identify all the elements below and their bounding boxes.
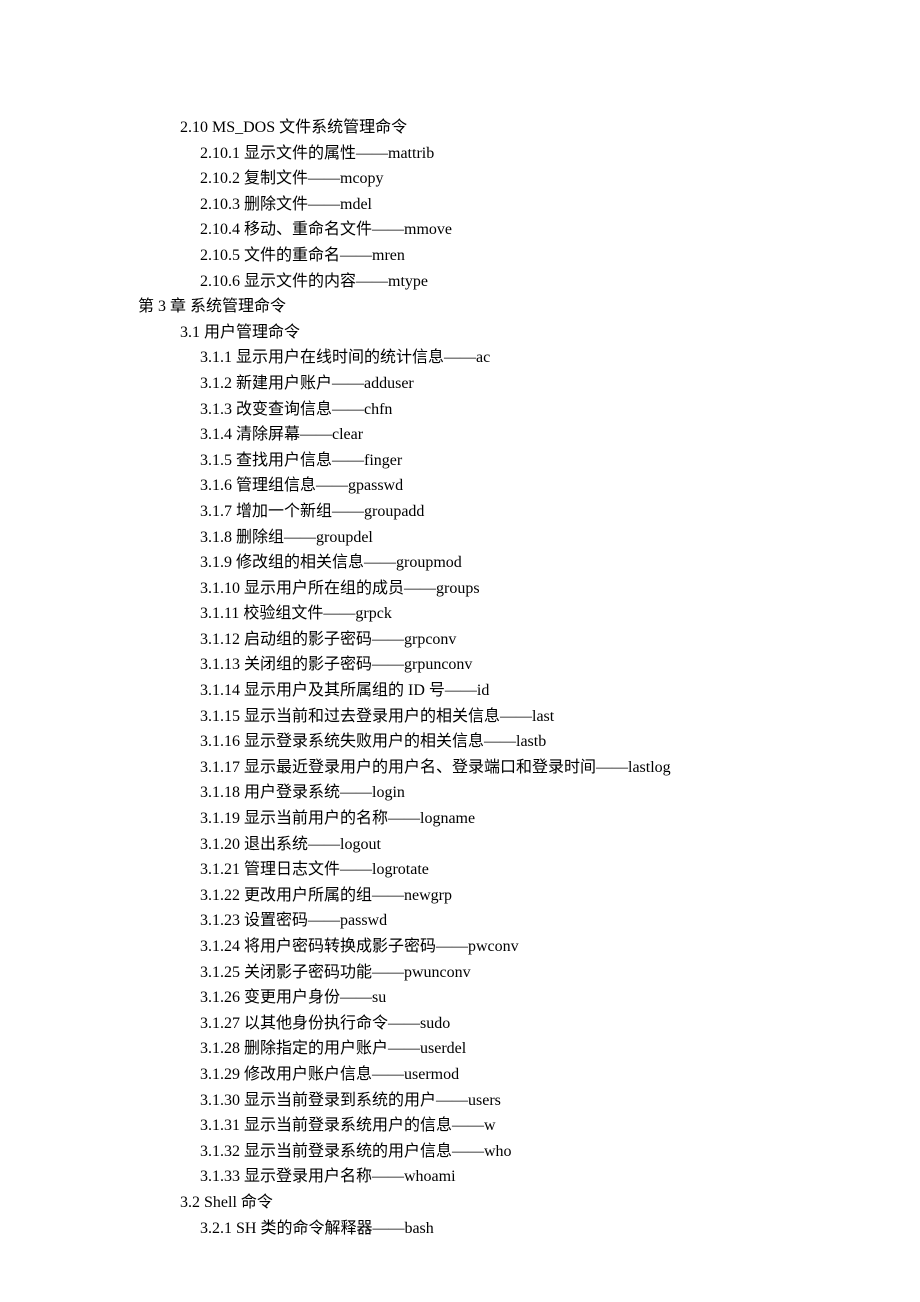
toc-entry: 3.1.32 显示当前登录系统的用户信息——who <box>200 1139 840 1165</box>
toc-entry: 3.1.14 显示用户及其所属组的 ID 号——id <box>200 678 840 704</box>
toc-entry: 3.2.1 SH 类的命令解释器——bash <box>200 1216 840 1242</box>
toc-entry: 3.1.31 显示当前登录系统用户的信息——w <box>200 1113 840 1139</box>
toc-entry: 3.1.1 显示用户在线时间的统计信息——ac <box>200 345 840 371</box>
toc-entry: 3.1.16 显示登录系统失败用户的相关信息——lastb <box>200 729 840 755</box>
toc-entry: 2.10.5 文件的重命名——mren <box>200 243 840 269</box>
toc-entry: 2.10.3 删除文件——mdel <box>200 192 840 218</box>
toc-entry: 3.1.19 显示当前用户的名称——logname <box>200 806 840 832</box>
table-of-contents: 2.10 MS_DOS 文件系统管理命令2.10.1 显示文件的属性——matt… <box>138 115 840 1241</box>
toc-entry: 3.2 Shell 命令 <box>180 1190 840 1216</box>
toc-entry: 2.10.6 显示文件的内容——mtype <box>200 269 840 295</box>
toc-entry: 3.1.11 校验组文件——grpck <box>200 601 840 627</box>
toc-entry: 3.1.23 设置密码——passwd <box>200 908 840 934</box>
toc-entry: 3.1.22 更改用户所属的组——newgrp <box>200 883 840 909</box>
toc-entry: 2.10.1 显示文件的属性——mattrib <box>200 141 840 167</box>
toc-entry: 3.1.21 管理日志文件——logrotate <box>200 857 840 883</box>
toc-entry: 2.10.4 移动、重命名文件——mmove <box>200 217 840 243</box>
toc-entry: 3.1.33 显示登录用户名称——whoami <box>200 1164 840 1190</box>
toc-entry: 3.1.8 删除组——groupdel <box>200 525 840 551</box>
toc-entry: 3.1.13 关闭组的影子密码——grpunconv <box>200 652 840 678</box>
toc-entry: 第 3 章 系统管理命令 <box>138 294 840 320</box>
toc-entry: 3.1.6 管理组信息——gpasswd <box>200 473 840 499</box>
toc-entry: 3.1.7 增加一个新组——groupadd <box>200 499 840 525</box>
toc-entry: 3.1.10 显示用户所在组的成员——groups <box>200 576 840 602</box>
toc-entry: 3.1.18 用户登录系统——login <box>200 780 840 806</box>
toc-entry: 2.10.2 复制文件——mcopy <box>200 166 840 192</box>
toc-entry: 3.1.30 显示当前登录到系统的用户——users <box>200 1088 840 1114</box>
toc-entry: 3.1.26 变更用户身份——su <box>200 985 840 1011</box>
toc-entry: 3.1 用户管理命令 <box>180 320 840 346</box>
toc-entry: 2.10 MS_DOS 文件系统管理命令 <box>180 115 840 141</box>
toc-entry: 3.1.20 退出系统——logout <box>200 832 840 858</box>
toc-entry: 3.1.4 清除屏幕——clear <box>200 422 840 448</box>
toc-entry: 3.1.24 将用户密码转换成影子密码——pwconv <box>200 934 840 960</box>
toc-entry: 3.1.17 显示最近登录用户的用户名、登录端口和登录时间——lastlog <box>200 755 840 781</box>
toc-entry: 3.1.25 关闭影子密码功能——pwunconv <box>200 960 840 986</box>
toc-entry: 3.1.2 新建用户账户——adduser <box>200 371 840 397</box>
toc-entry: 3.1.9 修改组的相关信息——groupmod <box>200 550 840 576</box>
toc-entry: 3.1.29 修改用户账户信息——usermod <box>200 1062 840 1088</box>
toc-entry: 3.1.12 启动组的影子密码——grpconv <box>200 627 840 653</box>
toc-entry: 3.1.3 改变查询信息——chfn <box>200 397 840 423</box>
toc-entry: 3.1.27 以其他身份执行命令——sudo <box>200 1011 840 1037</box>
toc-entry: 3.1.15 显示当前和过去登录用户的相关信息——last <box>200 704 840 730</box>
toc-entry: 3.1.5 查找用户信息——finger <box>200 448 840 474</box>
toc-entry: 3.1.28 删除指定的用户账户——userdel <box>200 1036 840 1062</box>
